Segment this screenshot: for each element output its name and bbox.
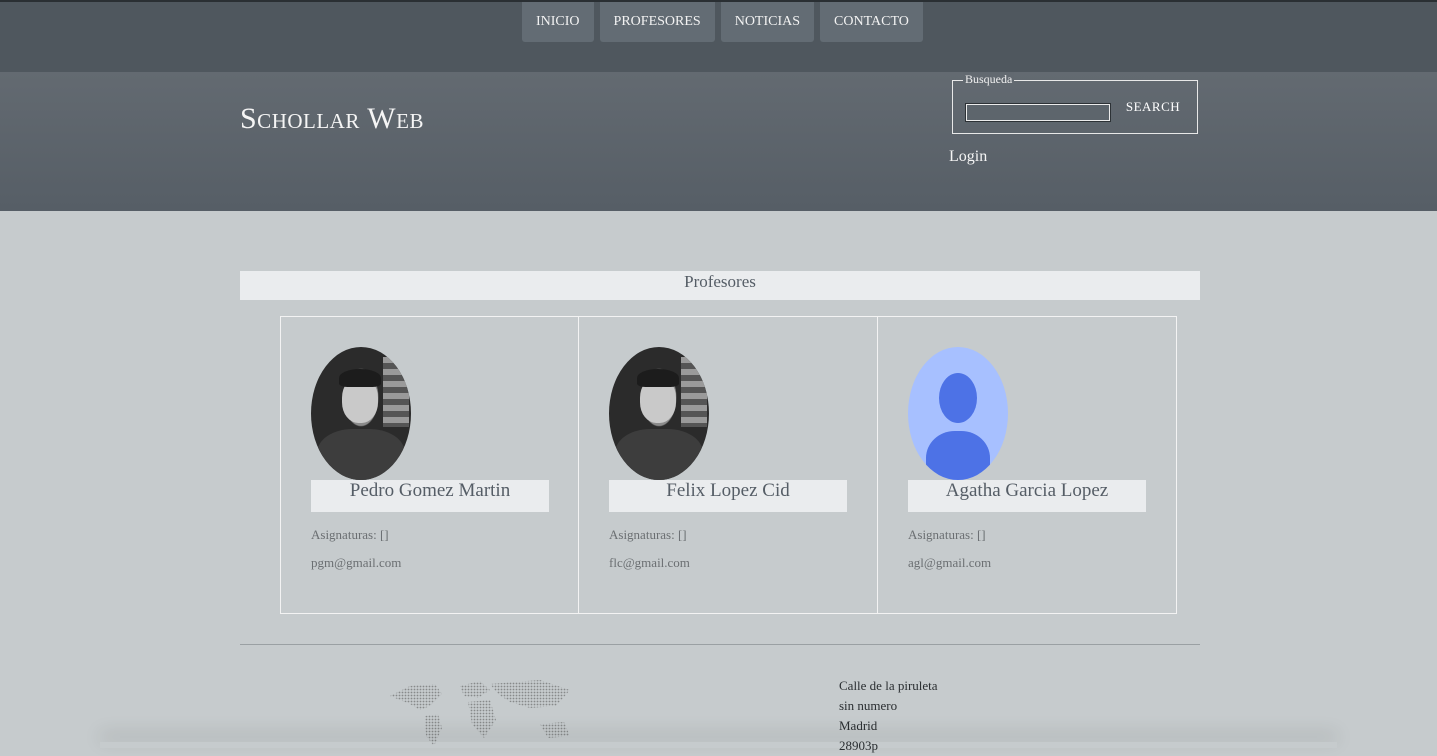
avatar-hair [637,369,679,387]
teacher-photo-avatar [311,347,411,480]
site-header: Schollar Web Busqueda SEARCH Login [0,72,1437,211]
user-torso-shape [926,431,990,480]
search-legend: Busqueda [963,72,1015,87]
top-navigation-bar: INICIO PROFESORES NOTICIAS CONTACTO [0,0,1437,72]
teacher-email: agl@gmail.com [908,555,992,570]
teacher-card: Felix Lopez Cid Asignaturas: [] flc@gmai… [579,316,878,614]
background-shelf [681,357,707,427]
footer-divider [240,644,1200,645]
nav-item-contacto[interactable]: CONTACTO [820,2,923,42]
teacher-subjects: Asignaturas: [] [908,527,986,542]
user-head-shape [939,373,977,423]
teacher-name: Agatha Garcia Lopez [908,480,1146,512]
teacher-email: flc@gmail.com [609,555,690,570]
teacher-name: Felix Lopez Cid [609,480,847,512]
teacher-subjects: Asignaturas: [] [609,527,687,542]
avatar-hair [339,369,381,387]
avatar-body [615,429,703,480]
avatar-body [317,429,405,480]
search-button[interactable]: SEARCH [1117,96,1189,118]
address-line: Madrid [839,718,878,733]
teacher-cards: Pedro Gomez Martin Asignaturas: [] pgm@g… [280,316,1177,614]
teacher-card: Pedro Gomez Martin Asignaturas: [] pgm@g… [280,316,579,614]
background-shelf [383,357,409,427]
default-user-icon [908,347,1008,480]
teacher-name: Pedro Gomez Martin [311,480,549,512]
search-fieldset: Busqueda SEARCH [952,72,1198,134]
main-nav: INICIO PROFESORES NOTICIAS CONTACTO [522,2,923,42]
section-title: Profesores [240,271,1200,300]
teacher-subjects: Asignaturas: [] [311,527,389,542]
address-line: sin numero [839,698,898,713]
nav-item-noticias[interactable]: NOTICIAS [720,2,815,42]
address-line: Calle de la piruleta [839,678,938,693]
teacher-email: pgm@gmail.com [311,555,402,570]
search-input[interactable] [965,103,1111,122]
nav-item-profesores[interactable]: PROFESORES [599,2,715,42]
world-map-icon [390,680,570,746]
login-link[interactable]: Login [949,148,987,166]
nav-item-inicio[interactable]: INICIO [522,2,594,42]
page-bottom-shadow [100,742,1337,748]
site-title: Schollar Web [240,102,424,135]
teacher-card: Agatha Garcia Lopez Asignaturas: [] agl@… [878,316,1177,614]
teacher-photo-avatar [609,347,709,480]
